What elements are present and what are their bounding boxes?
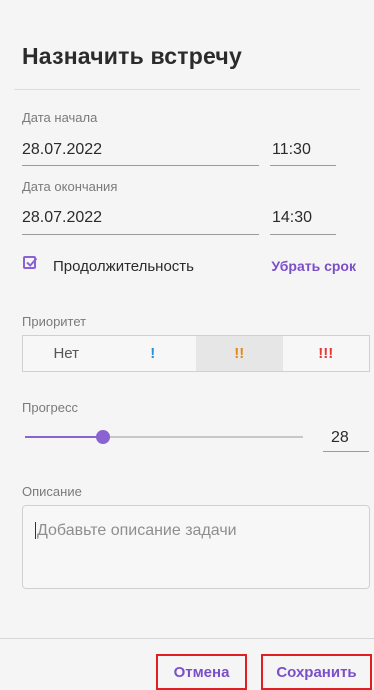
priority-option-high[interactable]: !!! [283, 336, 370, 371]
end-time-value[interactable]: 14:30 [272, 209, 312, 227]
start-time-underline [270, 165, 336, 166]
start-date-value[interactable]: 28.07.2022 [22, 141, 102, 159]
dialog-title: Назначить встречу [22, 43, 242, 69]
checkbox-checked-icon[interactable] [23, 256, 38, 269]
appointment-dialog: Назначить встречу Дата начала 28.07.2022… [0, 0, 374, 690]
cancel-button[interactable]: Отмена [156, 654, 247, 690]
end-date-label: Дата окончания [22, 179, 118, 194]
end-time-underline [270, 234, 336, 235]
priority-option-low[interactable]: ! [110, 336, 197, 371]
priority-option-label: ! [150, 345, 156, 362]
progress-slider-fill [25, 436, 103, 438]
priority-option-label: !!! [318, 345, 334, 362]
start-date-underline [22, 165, 259, 166]
footer-divider [0, 638, 374, 639]
priority-option-medium[interactable]: !! [196, 336, 283, 371]
progress-slider-thumb[interactable] [95, 430, 110, 444]
progress-value[interactable]: 28 [331, 429, 349, 447]
description-label: Описание [22, 484, 82, 499]
priority-selector: Нет ! !! !!! [22, 335, 370, 372]
duration-label: Продолжительность [53, 258, 194, 275]
end-date-value[interactable]: 28.07.2022 [22, 209, 102, 227]
save-button[interactable]: Сохранить [261, 654, 372, 690]
title-divider [14, 89, 360, 90]
progress-label: Прогресс [22, 400, 79, 415]
description-placeholder: Добавьте описание задачи [35, 522, 237, 539]
priority-option-label: Нет [53, 345, 80, 362]
priority-option-none[interactable]: Нет [23, 336, 110, 371]
priority-option-label: !! [234, 345, 245, 362]
priority-label: Приоритет [22, 314, 87, 329]
description-input[interactable]: Добавьте описание задачи [22, 505, 370, 589]
remove-deadline-button[interactable]: Убрать срок [271, 258, 356, 274]
end-date-underline [22, 234, 259, 235]
progress-slider[interactable] [25, 430, 303, 444]
start-date-label: Дата начала [22, 110, 98, 125]
progress-value-underline [323, 451, 369, 452]
start-time-value[interactable]: 11:30 [272, 141, 311, 159]
